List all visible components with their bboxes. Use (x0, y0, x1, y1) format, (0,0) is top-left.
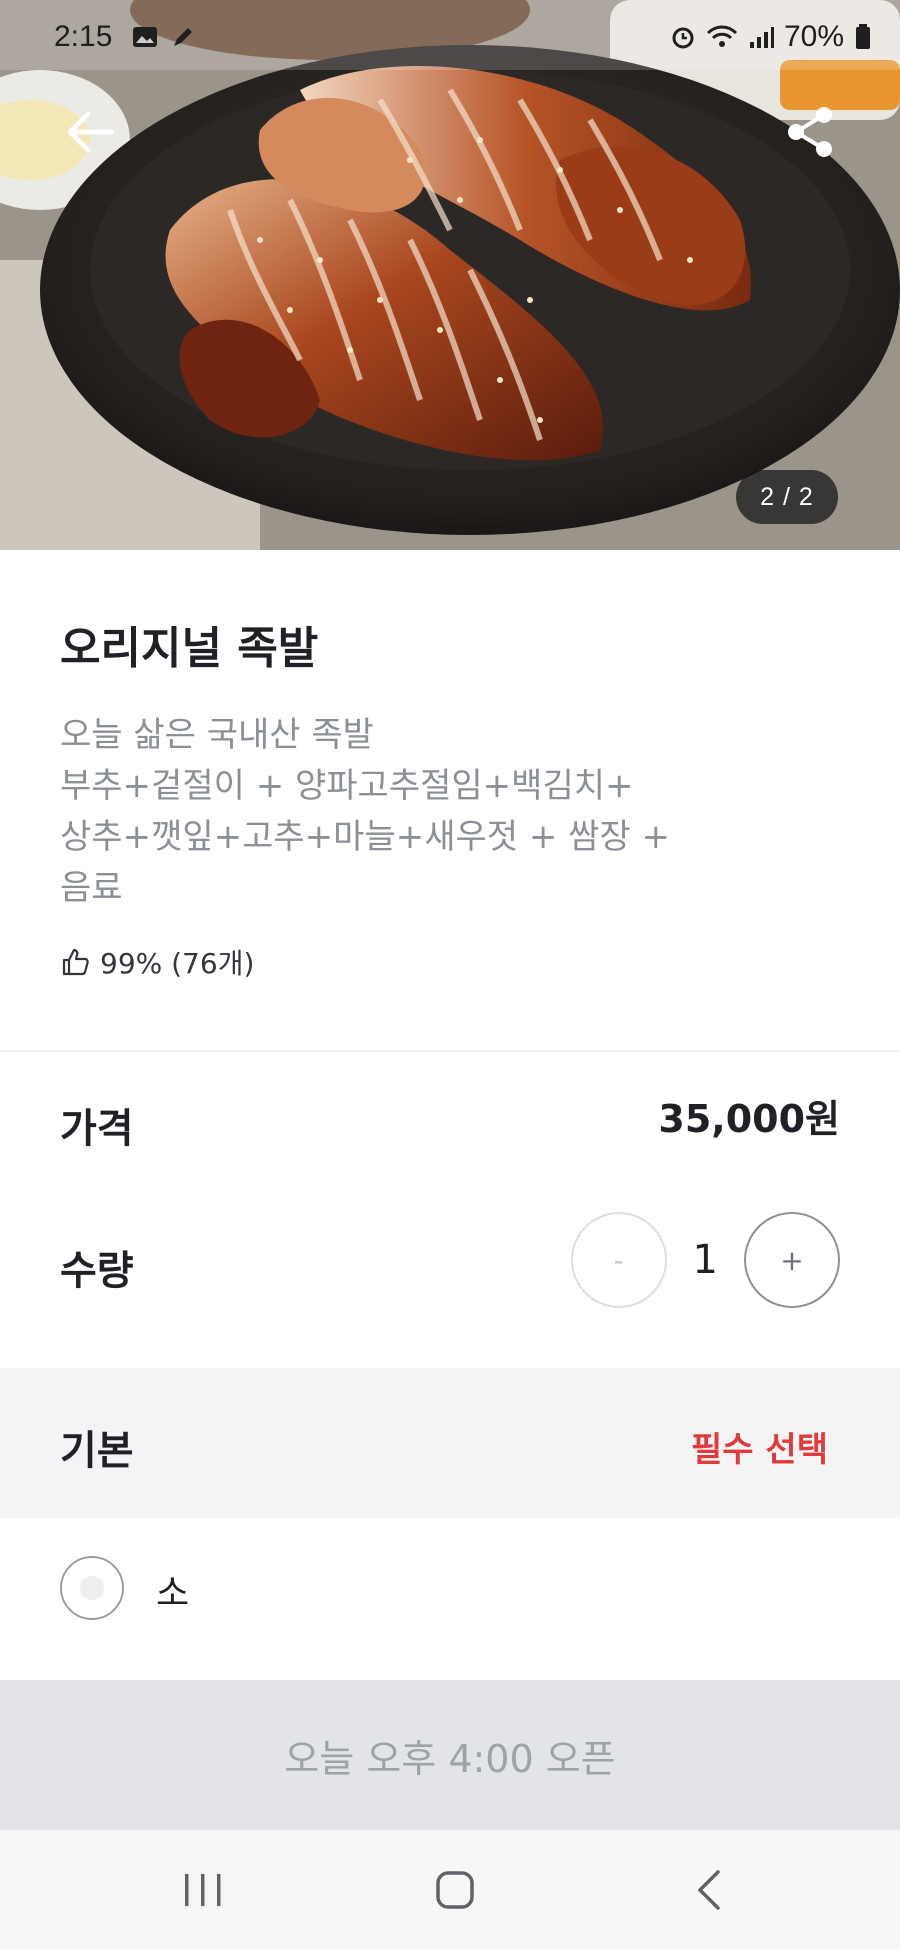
quantity-value: 1 (692, 1237, 718, 1283)
share-button[interactable] (778, 100, 842, 164)
order-button[interactable]: 오늘 오후 4:00 오픈 (0, 1680, 900, 1830)
product-title: 오리지널 족발 (60, 623, 319, 674)
option-group-title: 기본 (60, 1428, 134, 1474)
alarm-icon (672, 27, 694, 49)
quantity-stepper: - 1 + (570, 1212, 840, 1308)
product-info: 오리지널 족발 오늘 삶은 국내산 족발 부추+겉절이 + 양파고추절임+백김치… (0, 550, 900, 1050)
system-back-button[interactable] (680, 1860, 740, 1920)
product-photo (0, 0, 900, 550)
description-line: 상추+깻잎+고추+마늘+새우젓 + 쌈장 + (60, 817, 670, 857)
recents-button[interactable] (173, 1860, 233, 1920)
radio-dot (80, 1576, 104, 1600)
price-label: 가격 (60, 1106, 134, 1152)
battery-percent: 70% (783, 20, 844, 53)
product-rating: 99% (76개) (60, 942, 254, 982)
wifi-icon (706, 25, 738, 47)
rating-text: 99% (76개) (100, 947, 255, 980)
image-page-indicator: 2 / 2 (736, 470, 838, 524)
status-left-icons (130, 22, 198, 52)
image-icon (133, 27, 157, 47)
back-button[interactable] (58, 100, 122, 164)
arrow-left-icon (67, 111, 115, 153)
status-bar: 2:15 70% (0, 0, 900, 80)
home-button[interactable] (425, 1860, 485, 1920)
price-value: 35,000원 (658, 1097, 840, 1141)
system-nav-bar (0, 1830, 900, 1950)
description-line: 오늘 삶은 국내산 족발 (60, 715, 374, 755)
required-badge: 필수 선택 (691, 1430, 828, 1470)
description-line: 음료 (60, 868, 123, 908)
status-time: 2:15 (54, 20, 113, 53)
option-item[interactable]: 소 (0, 1518, 900, 1680)
thumbs-up-icon (62, 948, 89, 976)
quantity-decrease-button[interactable]: - (570, 1212, 667, 1308)
back-icon (698, 1870, 720, 1910)
quantity-increase-button[interactable]: + (744, 1212, 840, 1308)
signal-icon (749, 27, 774, 48)
recents-icon (185, 1874, 221, 1906)
share-icon (788, 107, 832, 157)
section-divider (0, 1050, 900, 1052)
description-line: 부추+겉절이 + 양파고추절임+백김치+ (60, 766, 634, 806)
option-label: 소 (156, 1573, 190, 1614)
option-radio[interactable] (60, 1556, 124, 1620)
product-description: 오늘 삶은 국내산 족발 부추+겉절이 + 양파고추절임+백김치+ 상추+깻잎+… (60, 710, 760, 914)
option-group-header: 기본 필수 선택 (0, 1368, 900, 1518)
edit-icon (174, 28, 192, 46)
quantity-label: 수량 (60, 1248, 134, 1294)
home-icon (436, 1871, 474, 1909)
product-image-carousel[interactable]: 2:15 70% 2 / 2 (0, 0, 900, 550)
battery-icon (856, 24, 870, 49)
status-right: 70% (670, 20, 872, 54)
